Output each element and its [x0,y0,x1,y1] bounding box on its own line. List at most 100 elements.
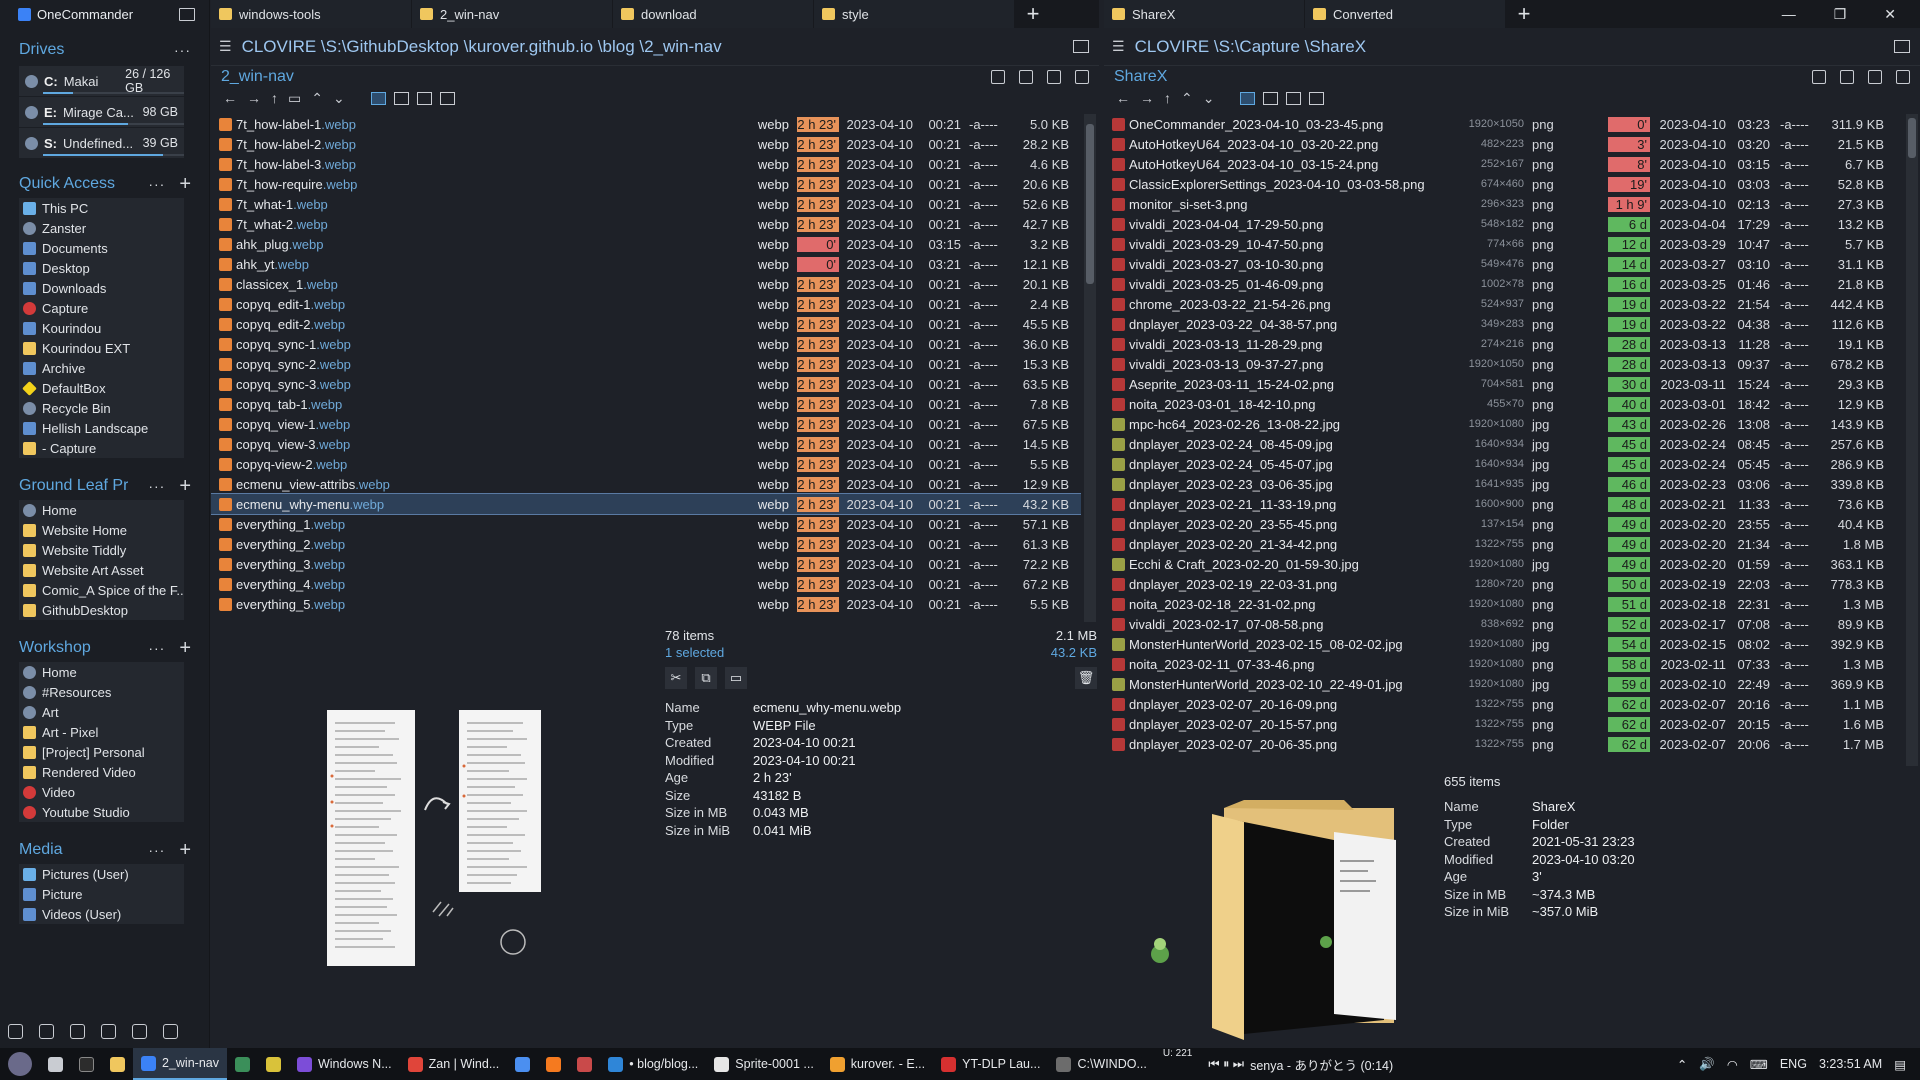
drive-item[interactable]: S: Undefined... 39 GB [19,128,184,158]
back-icon[interactable]: ← [1116,90,1130,106]
pane-layout-icon[interactable] [1894,40,1910,53]
sort-icon[interactable] [991,70,1005,84]
user-icon[interactable] [132,1024,147,1039]
open-folder-icon[interactable]: ▭ [288,90,301,107]
terminal-icon[interactable] [71,1048,102,1080]
forward-icon[interactable]: → [1140,90,1154,106]
file-row[interactable]: everything_4.webp webp 2 h 23' 2023-04-10 00… [211,574,1081,594]
taskbar-item[interactable] [507,1048,538,1080]
section-add-button[interactable]: + [179,174,191,194]
file-row[interactable]: 7t_how-label-1.webp webp 2 h 23' 2023-04-10… [211,114,1081,134]
sidebar-item[interactable]: Downloads [19,278,184,298]
taskbar-item[interactable]: C:\WINDO... [1048,1048,1154,1080]
file-row[interactable]: 7t_what-1.webp webp 2 h 23' 2023-04-10 00:21… [211,194,1081,214]
sidebar-item[interactable]: GithubDesktop [19,600,184,620]
right-path[interactable]: CLOVIRE \S:\Capture \ShareX [1135,37,1367,57]
sidebar-item[interactable]: Capture [19,298,184,318]
right-address-bar[interactable]: ☰ CLOVIRE \S:\Capture \ShareX [1104,28,1920,66]
file-row[interactable]: 7t_how-label-2.webp webp 2 h 23' 2023-04-10… [211,134,1081,154]
file-explorer-icon[interactable] [102,1048,133,1080]
up-icon[interactable]: ↑ [1164,90,1171,106]
file-row[interactable]: dnplayer_2023-02-21_11-33-19.png 1600×900… [1104,494,1904,514]
taskbar-item[interactable]: • blog/blog... [600,1048,706,1080]
file-row[interactable]: copyq_sync-1.webp webp 2 h 23' 2023-04-10 00… [211,334,1081,354]
up-icon[interactable]: ↑ [271,90,278,106]
file-row[interactable]: dnplayer_2023-02-07_20-15-57.png 1322×755… [1104,714,1904,734]
file-row[interactable]: AutoHotkeyU64_2023-04-10_03-15-24.png 252… [1104,154,1904,174]
file-row[interactable]: dnplayer_2023-02-23_03-06-35.jpg 1641×935… [1104,474,1904,494]
file-row[interactable]: 7t_how-label-3.webp webp 2 h 23' 2023-04-10… [211,154,1081,174]
drive-item[interactable]: E: Mirage Ca... 98 GB [19,97,184,127]
file-row[interactable]: dnplayer_2023-02-24_05-45-07.jpg 1640×934… [1104,454,1904,474]
sidebar-item[interactable]: Comic_A Spice of the F... [19,580,184,600]
tab[interactable]: windows-tools [211,0,411,28]
add-tab-button[interactable]: + [1506,0,1542,28]
window-layout-icon[interactable] [179,7,195,21]
grid-view-icon[interactable] [439,91,455,105]
file-row[interactable]: copyq_view-3.webp webp 2 h 23' 2023-04-10 00… [211,434,1081,454]
restore-button[interactable]: ❐ [1834,6,1847,23]
tab[interactable]: style [814,0,1014,28]
file-row[interactable]: vivaldi_2023-03-25_01-46-09.png 1002×78 pn… [1104,274,1904,294]
drive-item[interactable]: C: Makai 26 / 126 GB [19,66,184,96]
paste-icon[interactable] [1896,70,1910,84]
sidebar-item[interactable]: Video [19,782,184,802]
search-icon[interactable] [101,1024,116,1039]
file-row[interactable]: vivaldi_2023-04-04_17-29-50.png 548×182 pn… [1104,214,1904,234]
file-row[interactable]: monitor_si-set-3.png 296×323 png 1 h 9' 2023… [1104,194,1904,214]
section-more-button[interactable]: ··· [148,842,165,858]
file-row[interactable]: vivaldi_2023-03-13_11-28-29.png 274×216 pn… [1104,334,1904,354]
taskbar-item[interactable] [227,1048,258,1080]
sidebar-item[interactable]: Home [19,662,184,682]
media-player[interactable]: ⏮ ⏸ ⏭ senya - ありがとう (0:14) [1200,1048,1401,1080]
file-row[interactable]: ecmenu_why-menu.webp webp 2 h 23' 2023-04-1… [211,493,1081,515]
section-add-button[interactable]: + [179,840,191,860]
cut-icon[interactable]: ✂ [665,667,687,689]
sidebar-item[interactable]: Website Home [19,520,184,540]
file-row[interactable]: vivaldi_2023-02-17_07-08-58.png 838×692 pn… [1104,614,1904,634]
tab[interactable]: Converted [1305,0,1505,28]
taskbar-item[interactable]: kurover. - E... [822,1048,933,1080]
settings-icon[interactable] [8,1024,23,1039]
close-button[interactable]: ✕ [1884,6,1896,23]
sidebar-item[interactable]: Home [19,500,184,520]
forward-icon[interactable]: → [247,90,261,106]
file-row[interactable]: classicex_1.webp webp 2 h 23' 2023-04-10 00:… [211,274,1081,294]
language-indicator[interactable]: ENG [1780,1057,1807,1071]
sidebar-item[interactable]: [Project] Personal [19,742,184,762]
taskbar-item[interactable]: Sprite-0001 ... [706,1048,822,1080]
drives-more-button[interactable]: ··· [174,42,191,58]
file-row[interactable]: copyq_edit-1.webp webp 2 h 23' 2023-04-10 00… [211,294,1081,314]
left-path[interactable]: CLOVIRE \S:\GithubDesktop \kurover.githu… [242,37,722,57]
file-row[interactable]: copyq_view-1.webp webp 2 h 23' 2023-04-10 00… [211,414,1081,434]
file-row[interactable]: copyq_sync-3.webp webp 2 h 23' 2023-04-10 00… [211,374,1081,394]
file-row[interactable]: dnplayer_2023-02-24_08-45-09.jpg 1640×934… [1104,434,1904,454]
left-scrollbar[interactable] [1084,114,1096,622]
rename-icon[interactable]: ▭ [725,667,747,689]
file-row[interactable]: dnplayer_2023-02-20_23-55-45.png 137×154 p… [1104,514,1904,534]
taskbar-item[interactable] [538,1048,569,1080]
tree-view-icon[interactable] [1286,91,1302,105]
sidebar-item[interactable]: Website Tiddly [19,540,184,560]
file-row[interactable]: everything_5.webp webp 2 h 23' 2023-04-10 00… [211,594,1081,614]
list-view-icon[interactable] [393,91,409,105]
file-row[interactable]: dnplayer_2023-02-07_20-06-35.png 1322×755… [1104,734,1904,754]
file-row[interactable]: dnplayer_2023-02-07_20-16-09.png 1322×755… [1104,694,1904,714]
file-row[interactable]: ecmenu_view-attribs.webp webp 2 h 23' 2023-… [211,474,1081,494]
sidebar-item[interactable]: Art [19,702,184,722]
expand-icon[interactable]: ⌄ [333,90,345,107]
clock[interactable]: 3:23:51 AM [1819,1057,1882,1071]
details-view-icon[interactable] [370,91,386,105]
sidebar-item[interactable]: Youtube Studio [19,802,184,822]
right-scrollbar[interactable] [1906,114,1918,766]
section-add-button[interactable]: + [179,638,191,658]
menu-icon[interactable]: ☰ [1112,38,1125,55]
file-row[interactable]: everything_2.webp webp 2 h 23' 2023-04-10 00… [211,534,1081,554]
left-address-bar[interactable]: ☰ CLOVIRE \S:\GithubDesktop \kurover.git… [211,28,1099,66]
file-row[interactable]: ClassicExplorerSettings_2023-04-10_03-03… [1104,174,1904,194]
section-more-button[interactable]: ··· [148,640,165,656]
sidebar-item[interactable]: Art - Pixel [19,722,184,742]
file-row[interactable]: dnplayer_2023-03-22_04-38-57.png 349×283 p… [1104,314,1904,334]
file-row[interactable]: vivaldi_2023-03-27_03-10-30.png 549×476 pn… [1104,254,1904,274]
keyboard-icon[interactable]: ⌨ [1750,1057,1768,1072]
